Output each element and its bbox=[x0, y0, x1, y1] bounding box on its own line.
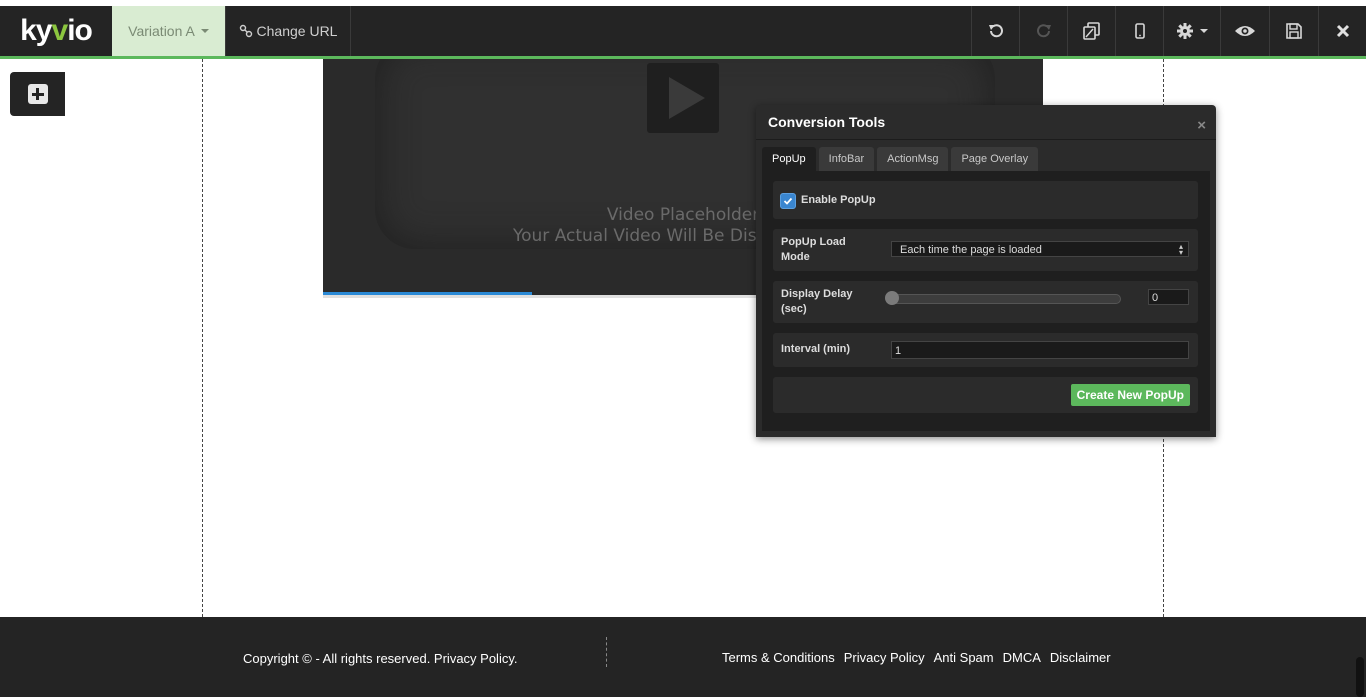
panel-divider bbox=[756, 139, 1216, 140]
link-icon bbox=[239, 24, 252, 38]
change-url-button[interactable]: Change URL bbox=[226, 6, 351, 56]
gear-icon bbox=[1177, 23, 1193, 39]
mobile-icon bbox=[1135, 23, 1145, 39]
settings-dropdown-button[interactable] bbox=[1163, 6, 1220, 56]
tab-page-overlay[interactable]: Page Overlay bbox=[951, 147, 1039, 171]
enable-popup-row: Enable PopUp bbox=[773, 181, 1198, 219]
kyvio-logo: ky v io bbox=[20, 14, 93, 47]
save-icon bbox=[1286, 23, 1302, 39]
undo-icon bbox=[989, 24, 1003, 38]
footer-link-privacy[interactable]: Privacy Policy bbox=[844, 650, 925, 665]
duplicate-icon bbox=[1083, 22, 1100, 40]
footer-divider bbox=[606, 637, 607, 667]
video-progress-bar bbox=[323, 292, 532, 295]
top-toolbar: ky v io Variation A Change URL bbox=[0, 6, 1366, 59]
tab-infobar[interactable]: InfoBar bbox=[818, 147, 875, 171]
play-button[interactable] bbox=[647, 63, 719, 133]
conversion-tools-panel: Conversion Tools × PopUp InfoBar ActionM… bbox=[756, 105, 1216, 437]
close-icon bbox=[1336, 24, 1350, 38]
load-mode-value: Each time the page is loaded bbox=[900, 244, 1042, 256]
eye-icon bbox=[1235, 26, 1255, 36]
footer-link-disclaimer[interactable]: Disclaimer bbox=[1050, 650, 1111, 665]
video-placeholder-subtitle: Your Actual Video Will Be Dis bbox=[513, 226, 757, 246]
page-footer: Copyright © - All rights reserved. Priva… bbox=[0, 617, 1366, 697]
select-arrows-icon: ▴ ▾ bbox=[1178, 242, 1183, 257]
footer-link-anti-spam[interactable]: Anti Spam bbox=[934, 650, 994, 665]
load-mode-label-line2: Mode bbox=[781, 251, 810, 263]
interval-row: Interval (min) 1 bbox=[773, 333, 1198, 367]
caret-down-icon bbox=[200, 29, 209, 33]
load-mode-label: PopUp Load Mode bbox=[781, 235, 846, 265]
interval-label: Interval (min) bbox=[781, 343, 851, 355]
enable-popup-checkbox[interactable] bbox=[780, 193, 796, 209]
checkmark-icon bbox=[783, 197, 793, 205]
display-delay-slider-handle[interactable] bbox=[885, 291, 899, 305]
create-popup-row: Create New PopUp bbox=[773, 377, 1198, 413]
display-delay-label-line2: (sec) bbox=[781, 303, 807, 315]
tab-actionmsg[interactable]: ActionMsg bbox=[877, 147, 949, 171]
panel-tabs: PopUp InfoBar ActionMsg Page Overlay bbox=[762, 147, 1039, 171]
load-mode-row: PopUp Load Mode Each time the page is lo… bbox=[773, 229, 1198, 271]
panel-close-button[interactable]: × bbox=[1197, 117, 1206, 134]
display-delay-label-line1: Display Delay bbox=[781, 288, 853, 300]
preview-button[interactable] bbox=[1220, 6, 1269, 56]
create-new-popup-button[interactable]: Create New PopUp bbox=[1070, 384, 1190, 406]
duplicate-button[interactable] bbox=[1067, 6, 1116, 56]
panel-title: Conversion Tools bbox=[768, 114, 886, 130]
display-delay-row: Display Delay (sec) 0 bbox=[773, 281, 1198, 323]
tab-popup[interactable]: PopUp bbox=[762, 147, 816, 171]
display-delay-slider[interactable] bbox=[891, 294, 1121, 304]
mobile-view-button[interactable] bbox=[1115, 6, 1164, 56]
play-icon bbox=[669, 77, 705, 119]
close-editor-button[interactable] bbox=[1318, 6, 1366, 56]
footer-link-dmca[interactable]: DMCA bbox=[1003, 650, 1041, 665]
add-element-button[interactable] bbox=[10, 72, 65, 116]
undo-button[interactable] bbox=[971, 6, 1020, 56]
redo-icon bbox=[1037, 24, 1051, 38]
caret-down-icon bbox=[1200, 29, 1208, 33]
display-delay-label: Display Delay (sec) bbox=[781, 287, 853, 317]
footer-links: Terms & Conditions Privacy Policy Anti S… bbox=[722, 650, 1111, 665]
variation-dropdown-button[interactable]: Variation A bbox=[112, 6, 226, 56]
save-button[interactable] bbox=[1269, 6, 1318, 56]
footer-link-terms[interactable]: Terms & Conditions bbox=[722, 650, 835, 665]
display-delay-input[interactable]: 0 bbox=[1148, 289, 1189, 305]
scrollbar-thumb[interactable] bbox=[1356, 657, 1364, 697]
load-mode-select[interactable]: Each time the page is loaded ▴ ▾ bbox=[891, 241, 1189, 257]
left-guide-line bbox=[202, 59, 203, 697]
interval-input[interactable]: 1 bbox=[891, 341, 1189, 359]
redo-button[interactable] bbox=[1019, 6, 1068, 56]
popup-tab-content: Enable PopUp PopUp Load Mode Each time t… bbox=[762, 171, 1210, 431]
variation-label: Variation A bbox=[128, 23, 195, 39]
plus-square-icon bbox=[27, 84, 48, 104]
load-mode-label-line1: PopUp Load bbox=[781, 236, 846, 248]
change-url-label: Change URL bbox=[256, 23, 338, 39]
enable-popup-label: Enable PopUp bbox=[801, 194, 876, 206]
footer-copyright: Copyright © - All rights reserved. Priva… bbox=[243, 651, 518, 666]
